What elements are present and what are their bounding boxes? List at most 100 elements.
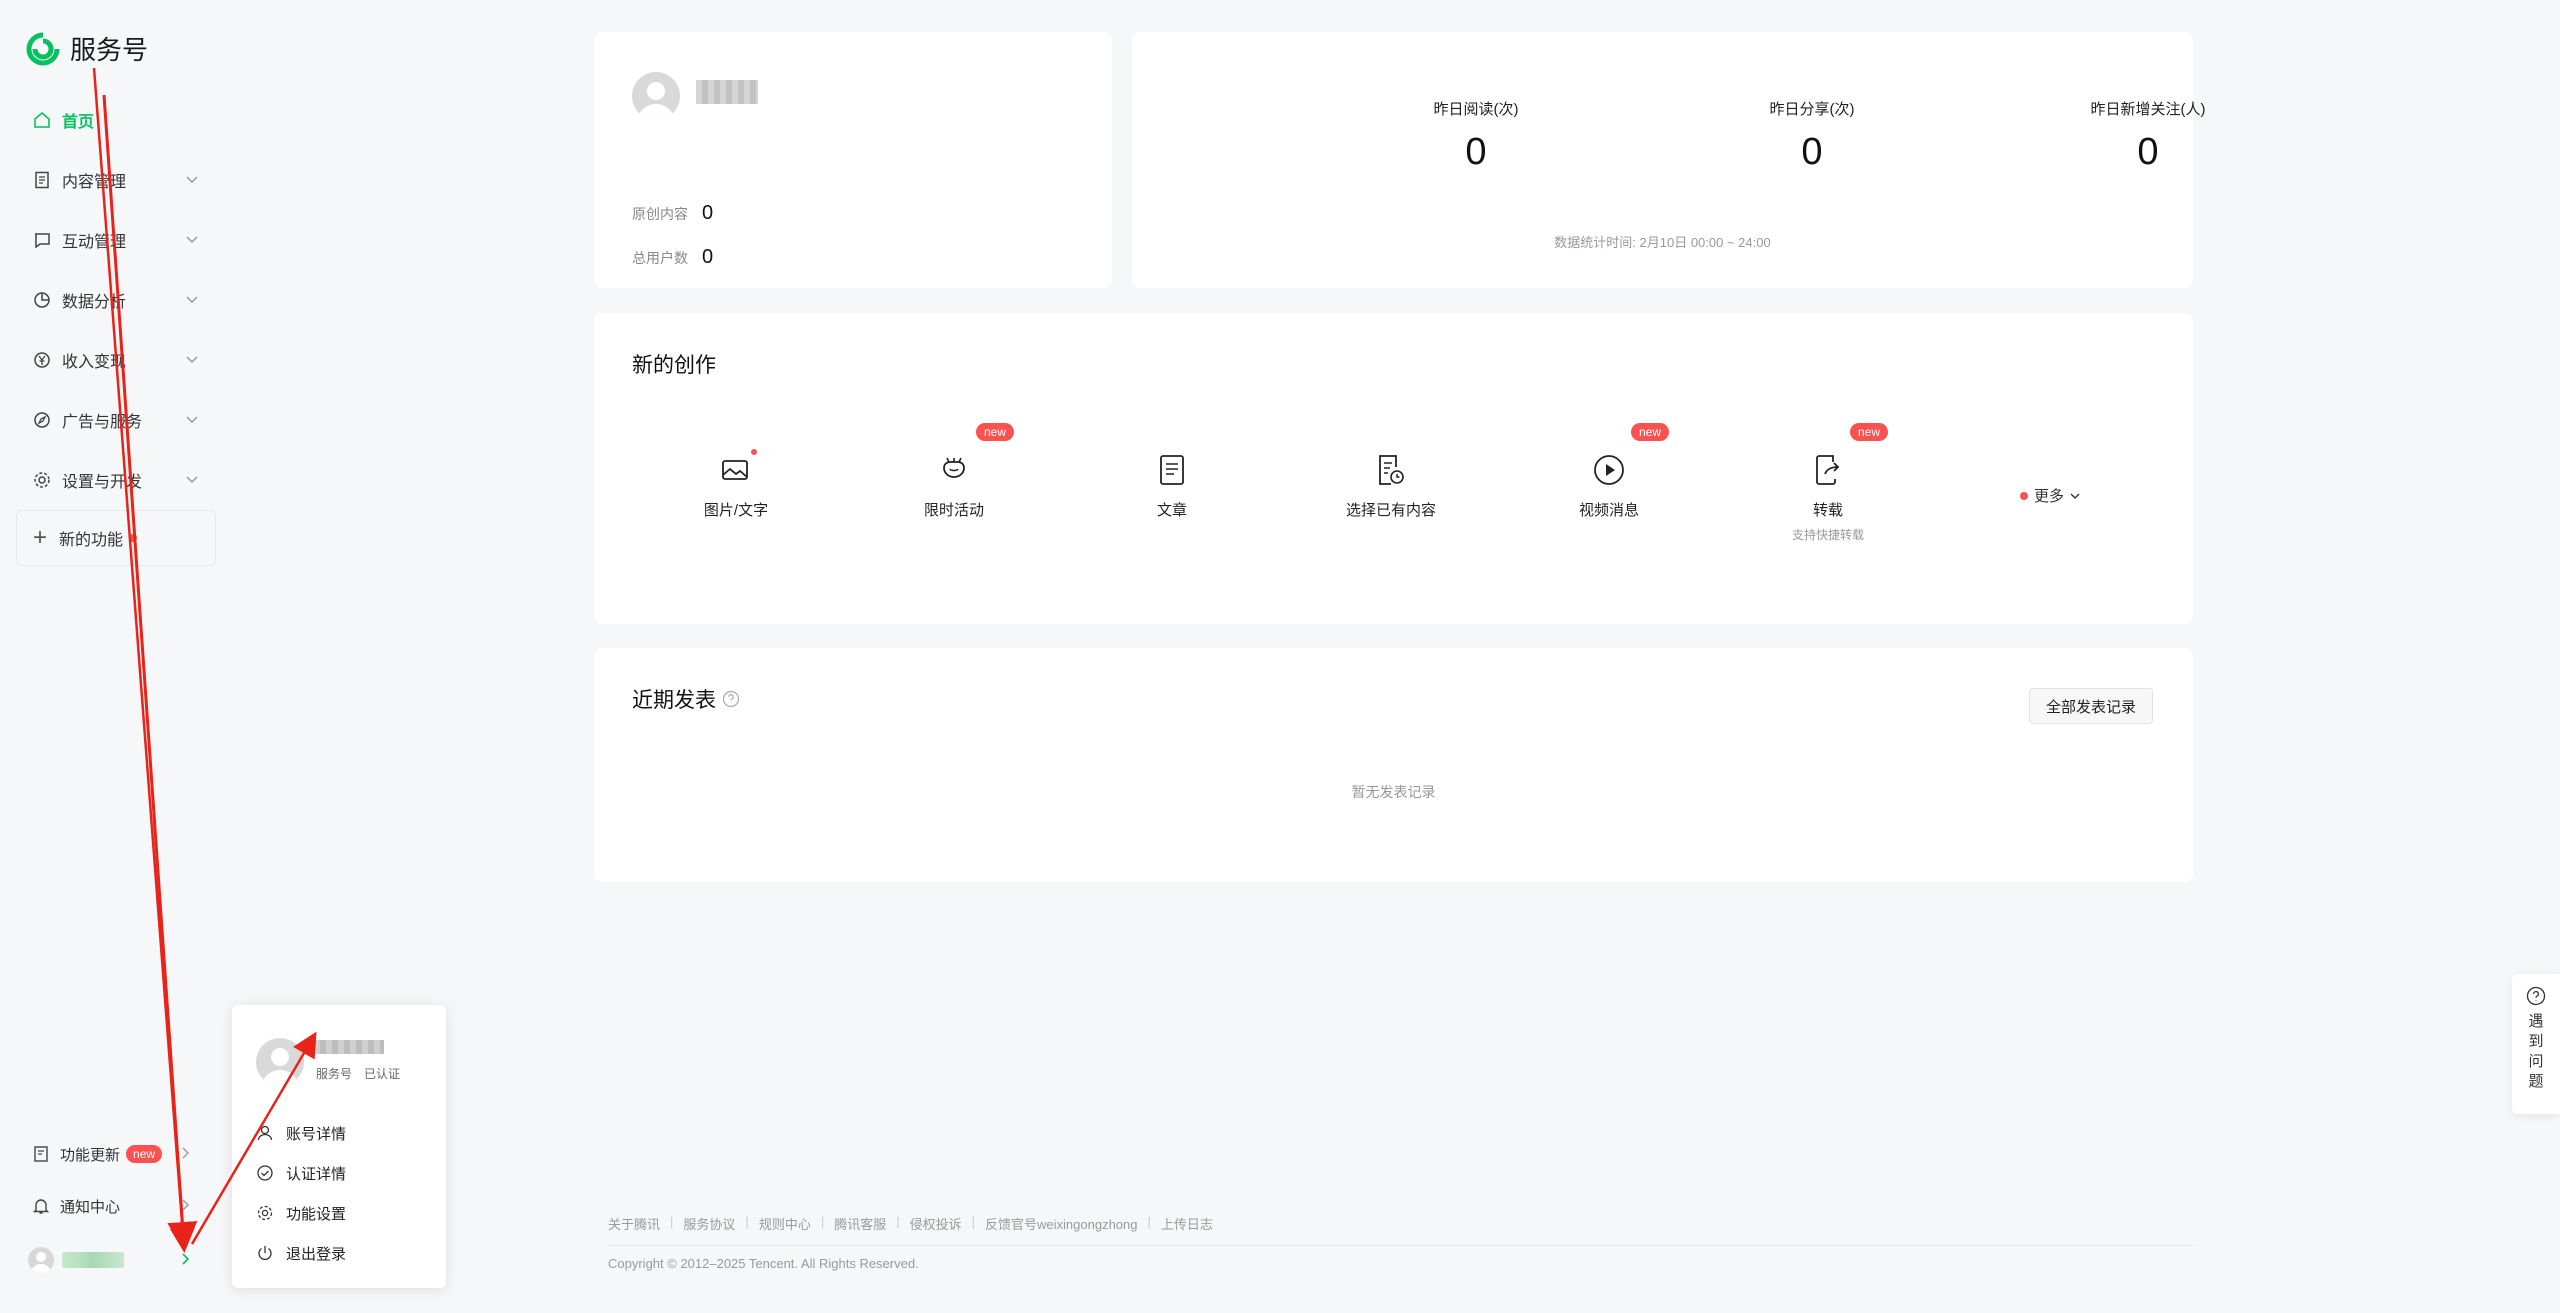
sidebar-item-content[interactable]: 内容管理 [16, 150, 216, 210]
check-circle-icon [257, 1165, 273, 1181]
profile-card: 原创内容 0 总用户数 0 [594, 32, 1112, 288]
footer-link[interactable]: 服务协议 [683, 1214, 735, 1233]
footer-divider [608, 1245, 2193, 1246]
sidebar-item-updates[interactable]: 功能更新 new [16, 1128, 216, 1180]
chevron-down-icon [186, 356, 198, 364]
tool-icon-wrap [1374, 453, 1408, 487]
sidebar-item-ads[interactable]: 广告与服务 [16, 390, 216, 450]
tool-label: 图片/文字 [703, 502, 769, 519]
yesterday-stats-card: 昨日阅读(次) 0 昨日分享(次) 0 昨日新增关注(人) 0 数据统计时间: … [1132, 32, 2206, 288]
sidebar-item-analytics[interactable]: 数据分析 [16, 270, 216, 330]
sidebar-item-label: 数据分析 [62, 294, 127, 311]
all-publish-records-button[interactable]: 全部发表记录 [2028, 688, 2153, 724]
footer-link[interactable]: 腾讯客服 [834, 1214, 886, 1233]
sidebar-item-label: 广告与服务 [62, 414, 143, 431]
notifications-label: 通知中心 [60, 1198, 121, 1216]
account-popup: 服务号 已认证 账号详情 认证详情 功能设置 退出登录 [232, 1005, 446, 1288]
tool-label: 文章 [1156, 502, 1187, 519]
avatar[interactable] [632, 72, 680, 120]
sidebar-item-label: 设置与开发 [62, 474, 143, 491]
tool-article[interactable]: 文章 [1082, 453, 1262, 520]
empty-state-text: 暂无发表记录 [1351, 784, 1436, 800]
repost-icon [1816, 455, 1840, 485]
tool-icon-wrap [937, 453, 971, 487]
sidebar-item-monetization[interactable]: 收入变现 [16, 330, 216, 390]
stat-value: 0 [1801, 131, 1823, 173]
tool-label: 选择已有内容 [1345, 502, 1436, 519]
new-creation-card: 新的创作 图片/文字 new 限时活动 文章 选择已有内容 new 视频消息 n… [594, 313, 2193, 624]
tool-label: 限时活动 [923, 502, 984, 519]
menu-item-verification[interactable]: 认证详情 [256, 1153, 346, 1193]
tool-video-message[interactable]: new 视频消息 [1519, 423, 1699, 520]
original-content-value: 0 [702, 202, 714, 224]
blurred-account-name [62, 1252, 124, 1268]
footer-link[interactable]: 上传日志 [1161, 1214, 1213, 1233]
menu-item-account-details[interactable]: 账号详情 [256, 1113, 346, 1153]
chevron-right-icon [182, 1253, 190, 1265]
question-icon [2526, 986, 2546, 1006]
footer-link[interactable]: 侵权投诉 [910, 1214, 962, 1233]
original-content-label: 原创内容 [632, 205, 688, 222]
footer-link[interactable]: 关于腾讯 [608, 1214, 660, 1233]
tool-icon-wrap [1811, 453, 1845, 487]
account-menu: 账号详情 认证详情 功能设置 退出登录 [256, 1113, 346, 1273]
yen-icon [34, 352, 50, 368]
stat-reads: 昨日阅读(次) 0 [1326, 98, 1626, 174]
stat-label: 昨日新增关注(人) [2090, 101, 2206, 118]
default-avatar-icon [262, 1048, 298, 1086]
tool-icon-wrap [719, 449, 757, 487]
sidebar: 服务号 首页 内容管理 互动管理 数据分析 收入变现 广告与服务 设置与开发 +… [0, 0, 220, 1313]
plus-icon: + [33, 524, 48, 551]
chevron-down-icon [2070, 493, 2080, 499]
tool-label: 视频消息 [1578, 502, 1639, 519]
gift-bag-icon [943, 457, 965, 478]
more-tools-dropdown[interactable]: 更多 [2020, 485, 2082, 506]
new-badge: new [976, 423, 1015, 441]
gear-icon [257, 1205, 273, 1221]
stat-label: 昨日阅读(次) [1433, 101, 1519, 118]
menu-item-feature-settings[interactable]: 功能设置 [256, 1193, 346, 1233]
help-label: 遇到问题 [2528, 1013, 2544, 1090]
stats-footnote: 数据统计时间: 2月10日 00:00 ~ 24:00 [1554, 235, 1771, 250]
question-icon[interactable] [722, 690, 740, 708]
tool-repost[interactable]: new 转载 支持快捷转载 [1738, 423, 1918, 543]
sidebar-item-label: 内容管理 [62, 174, 127, 191]
sidebar-bottom: 功能更新 new 通知中心 [16, 1128, 216, 1288]
tool-select-existing[interactable]: 选择已有内容 [1301, 453, 1481, 520]
sidebar-item-home[interactable]: 首页 [16, 90, 216, 150]
section-title: 近期发表 [632, 689, 716, 712]
avatar [256, 1038, 304, 1086]
document-icon [35, 171, 49, 189]
sidebar-item-notifications[interactable]: 通知中心 [16, 1180, 216, 1232]
message-icon [35, 233, 50, 249]
footer-link[interactable]: 反馈官号weixingongzhong [985, 1214, 1137, 1233]
new-badge: new [126, 1145, 163, 1163]
total-users-label: 总用户数 [632, 249, 688, 266]
blurred-account-name [696, 80, 758, 104]
user-icon [257, 1125, 273, 1141]
footer: 关于腾讯 | 服务协议 | 规则中心 | 腾讯客服 | 侵权投诉 | 反馈官号weixin… [608, 1214, 2193, 1271]
total-users-value: 0 [702, 246, 714, 268]
stat-value: 0 [2137, 131, 2159, 173]
sidebar-item-settings[interactable]: 设置与开发 [16, 450, 216, 510]
new-features-label: 新的功能 [59, 532, 124, 549]
menu-item-label: 认证详情 [286, 1165, 347, 1183]
new-features-button[interactable]: + 新的功能 [16, 510, 216, 566]
update-book-icon [34, 1146, 48, 1162]
section-title-wrap: 近期发表 [632, 684, 740, 714]
footer-link[interactable]: 规则中心 [759, 1214, 811, 1233]
footer-separator: | [745, 1214, 749, 1229]
stat-label: 昨日分享(次) [1769, 101, 1855, 118]
account-switcher[interactable] [16, 1232, 216, 1288]
chevron-down-icon [186, 476, 198, 484]
logo[interactable]: 服务号 [26, 30, 148, 67]
menu-item-label: 退出登录 [286, 1245, 347, 1263]
tool-image-text[interactable]: 图片/文字 [646, 449, 826, 520]
default-avatar-icon [638, 82, 674, 120]
help-float-button[interactable]: 遇到问题 [2512, 974, 2560, 1114]
menu-item-logout[interactable]: 退出登录 [256, 1233, 346, 1273]
tool-limited-activity[interactable]: new 限时活动 [864, 423, 1044, 520]
menu-item-label: 功能设置 [286, 1205, 347, 1223]
default-avatar-icon [31, 1252, 51, 1273]
sidebar-item-interaction[interactable]: 互动管理 [16, 210, 216, 270]
